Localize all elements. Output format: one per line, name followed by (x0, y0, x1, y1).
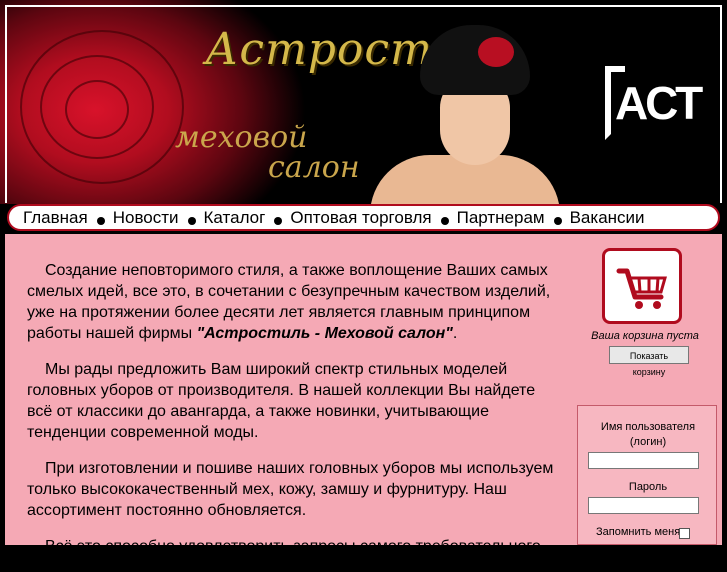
nav-bullet (274, 216, 283, 225)
nav-item-catalog[interactable]: Каталог (204, 208, 266, 228)
model-photo (360, 15, 560, 204)
username-label: Имя пользователя (600, 421, 696, 433)
content-area: Создание неповторимого стиля, а также во… (5, 234, 722, 555)
logo-text: АСТ (615, 77, 703, 129)
nav-item-news[interactable]: Новости (113, 208, 179, 228)
intro-paragraph: Создание неповторимого стиля, а также во… (27, 262, 551, 342)
nav-bullet (187, 216, 196, 225)
login-form: Имя пользователя (логин) Пароль Запомнит… (577, 405, 717, 545)
username-hint: (логин) (629, 436, 667, 448)
site-subtitle-line2: салон (268, 150, 360, 185)
show-cart-button[interactable]: Показать корзину (609, 346, 689, 377)
brand-name: "Астростиль - Меховой салон" (196, 325, 453, 342)
cart-status: Ваша корзина пуста (591, 330, 699, 342)
collection-paragraph: Мы рады предложить Вам широкий спектр ст… (27, 361, 536, 441)
remember-me-checkbox[interactable] (679, 528, 690, 539)
closing-paragraph: Всё это способно удовлетворить запросы с… (45, 538, 541, 555)
username-input[interactable] (588, 452, 699, 469)
nav-bullet (96, 216, 105, 225)
password-input[interactable] (588, 497, 699, 514)
company-logo: АСТ (601, 64, 703, 142)
shopping-cart-icon[interactable] (602, 248, 682, 324)
remember-me-label: Запомнить меня (596, 526, 681, 538)
main-navigation: Главная Новости Каталог Оптовая торговля… (7, 204, 720, 231)
header-banner: Астростиль меховой салон АСТ (0, 0, 727, 204)
nav-item-home[interactable]: Главная (23, 208, 88, 228)
password-label: Пароль (628, 481, 668, 493)
materials-paragraph: При изготовлении и пошиве наших головных… (27, 460, 554, 519)
nav-item-wholesale[interactable]: Оптовая торговля (290, 208, 431, 228)
nav-bullet (440, 216, 449, 225)
nav-bullet (553, 216, 562, 225)
main-text: Создание неповторимого стиля, а также во… (27, 260, 557, 572)
nav-item-vacancies[interactable]: Вакансии (570, 208, 645, 228)
nav-item-partners[interactable]: Партнерам (457, 208, 545, 228)
